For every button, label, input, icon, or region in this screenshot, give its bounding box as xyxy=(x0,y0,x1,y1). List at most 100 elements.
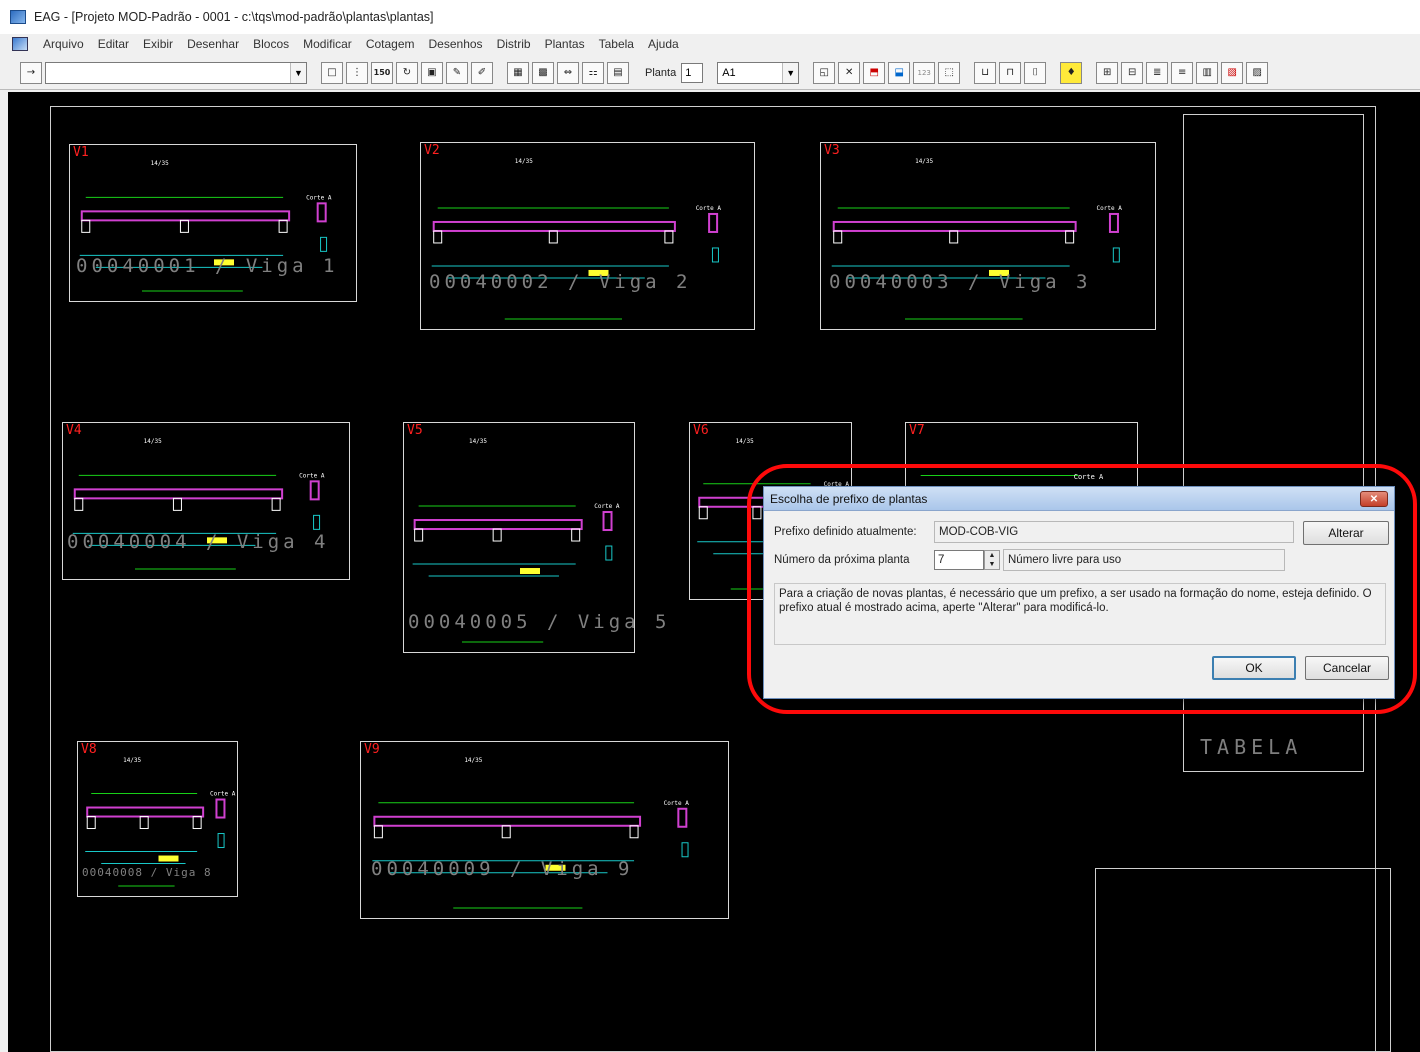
stirrup-outline xyxy=(313,514,321,530)
command-combo[interactable]: ▼ xyxy=(45,61,307,84)
document-icon[interactable] xyxy=(12,37,28,51)
stirrup-outline xyxy=(711,247,719,263)
cross-icon[interactable]: ✕ xyxy=(838,61,861,84)
next-number-row: Número da próxima planta 7 ▲ ▼ Número li… xyxy=(774,549,1285,571)
dialog-title-bar: Escolha de prefixo de plantas xyxy=(764,487,1394,511)
menu-bar: Arquivo Editar Exibir Desenhar Blocos Mo… xyxy=(0,34,1420,54)
frame-icon[interactable]: ⬚ xyxy=(938,61,961,84)
dimension-label: 14/35 xyxy=(123,757,141,764)
menu-plantas[interactable]: Plantas xyxy=(538,34,592,54)
menu-distrib[interactable]: Distrib xyxy=(490,34,538,54)
beam-elevation: 14/35 Corte A xyxy=(372,757,690,909)
beam-watermark: 00040004 / Viga 4 xyxy=(67,531,330,553)
column-stub xyxy=(629,825,639,839)
beam-drawing-v4[interactable]: V4 14/35 Corte A 00040004 / Viga 4 xyxy=(62,422,350,580)
line-tool-icon[interactable]: □ xyxy=(321,61,343,84)
beam-drawing-v3[interactable]: V3 14/35 Corte A 00040003 / Viga 3 xyxy=(820,142,1156,330)
app-window: EAG - [Projeto MOD-Padrão - 0001 - c:\tq… xyxy=(0,0,1420,1052)
beam-watermark: 00040003 / Viga 3 xyxy=(829,271,1092,293)
grid-icon[interactable]: ▦ xyxy=(507,61,529,84)
report-icon[interactable]: ▥ xyxy=(1196,61,1219,84)
planta-input[interactable]: 1 xyxy=(681,62,704,83)
menu-modificar[interactable]: Modificar xyxy=(296,34,359,54)
beam-drawing-v9[interactable]: V9 14/35 Corte A 00040009 / Viga 9 xyxy=(360,741,729,919)
plot-icon[interactable]: ▤ xyxy=(607,61,629,84)
beam-watermark: 00040001 / Viga 1 xyxy=(76,255,339,277)
blue-tool-icon[interactable]: ⬓ xyxy=(888,61,911,84)
menu-cotagem[interactable]: Cotagem xyxy=(359,34,422,54)
prefix-label: Prefixo definido atualmente: xyxy=(774,526,917,538)
tree-icon[interactable]: ⚏ xyxy=(582,61,604,84)
chevron-down-icon[interactable]: ▼ xyxy=(290,62,306,83)
window-icon[interactable]: ▣ xyxy=(421,61,443,84)
beam-body xyxy=(73,488,284,500)
number-spinner[interactable]: ▲ ▼ xyxy=(984,550,1000,570)
pen-icon[interactable]: ✎ xyxy=(446,61,468,84)
section-label: Corte A xyxy=(664,800,690,807)
menu-blocos[interactable]: Blocos xyxy=(246,34,296,54)
column-stub xyxy=(172,497,182,511)
section-label: Corte A xyxy=(696,205,722,212)
beam-drawing-v5[interactable]: V5 14/35 Corte A 00040005 / Viga 5 xyxy=(403,422,666,653)
cancel-button[interactable]: Cancelar xyxy=(1305,656,1389,680)
link-icon[interactable]: ⇔ xyxy=(557,61,579,84)
count-icon[interactable]: 123 xyxy=(913,61,936,84)
chevron-down-icon[interactable]: ▼ xyxy=(782,62,799,83)
dimension-label: 14/35 xyxy=(469,438,487,445)
stamp-frame xyxy=(1095,868,1391,1052)
section-outline xyxy=(708,212,719,233)
alterar-button[interactable]: Alterar xyxy=(1303,521,1389,545)
column-stub xyxy=(664,230,674,244)
sheet-icon[interactable]: ▨ xyxy=(1246,61,1269,84)
beam-drawing-v1[interactable]: V1 14/35 Corte A 00040001 / Viga 1 xyxy=(69,144,357,302)
menu-desenhar[interactable]: Desenhar xyxy=(180,34,246,54)
spinner-up-icon[interactable]: ▲ xyxy=(989,552,996,559)
table-grid-icon[interactable]: ⊟ xyxy=(1121,61,1144,84)
list-alt-icon[interactable]: ≡ xyxy=(1171,61,1194,84)
menu-tabela[interactable]: Tabela xyxy=(592,34,641,54)
column-stub xyxy=(86,816,96,830)
rotate-icon[interactable]: ↻ xyxy=(396,61,418,84)
stirrup-outline xyxy=(681,842,689,858)
grid-alt-icon[interactable]: ▩ xyxy=(532,61,554,84)
list-icon[interactable]: ≣ xyxy=(1146,61,1169,84)
scale-button[interactable]: 150 xyxy=(371,61,393,84)
insert-icon[interactable]: → xyxy=(20,61,42,84)
menu-arquivo[interactable]: Arquivo xyxy=(36,34,91,54)
block-icon[interactable]: ⌷ xyxy=(1024,61,1047,84)
yellow-tool-icon[interactable]: ♦ xyxy=(1060,61,1083,84)
stair-alt-icon[interactable]: ⊓ xyxy=(999,61,1022,84)
palette-icon[interactable]: ▧ xyxy=(1221,61,1244,84)
beam-drawing-v8[interactable]: V8 14/35 Corte A 00040008 / Viga 8 xyxy=(77,741,238,897)
stirrup-outline xyxy=(217,833,225,849)
ok-button[interactable]: OK xyxy=(1212,656,1296,680)
dimension-label: 14/35 xyxy=(915,158,933,165)
section-outline xyxy=(215,798,226,819)
menu-exibir[interactable]: Exibir xyxy=(136,34,180,54)
column-stub xyxy=(492,528,502,542)
dimension-label: 14/35 xyxy=(151,160,169,167)
dialog-message: Para a criação de novas plantas, é neces… xyxy=(774,583,1386,645)
format-combo[interactable]: A1 ▼ xyxy=(717,61,800,84)
menu-desenhos[interactable]: Desenhos xyxy=(422,34,490,54)
red-tool-icon[interactable]: ⬒ xyxy=(863,61,886,84)
dim-tool-icon[interactable]: ⋮ xyxy=(346,61,368,84)
window-title: EAG - [Projeto MOD-Padrão - 0001 - c:\tq… xyxy=(34,10,434,24)
spinner-down-icon[interactable]: ▼ xyxy=(989,561,996,568)
column-stub xyxy=(548,230,558,244)
beam-drawing-v2[interactable]: V2 14/35 Corte A 00040002 / Viga 2 xyxy=(420,142,755,330)
select-icon[interactable]: ◱ xyxy=(813,61,836,84)
pen-edit-icon[interactable]: ✐ xyxy=(471,61,493,84)
column-stub xyxy=(139,816,149,830)
prefix-dialog: Escolha de prefixo de plantas ✕ Prefixo … xyxy=(763,486,1395,699)
close-icon[interactable]: ✕ xyxy=(1360,491,1388,507)
stair-icon[interactable]: ⊔ xyxy=(974,61,997,84)
next-number-input[interactable]: 7 xyxy=(934,550,984,570)
column-stub xyxy=(74,497,84,511)
menu-editar[interactable]: Editar xyxy=(91,34,136,54)
menu-ajuda[interactable]: Ajuda xyxy=(641,34,686,54)
section-label: Corte A xyxy=(306,194,332,201)
column-stub xyxy=(271,497,281,511)
table-icon[interactable]: ⊞ xyxy=(1096,61,1119,84)
dialog-title: Escolha de prefixo de plantas xyxy=(770,491,928,506)
